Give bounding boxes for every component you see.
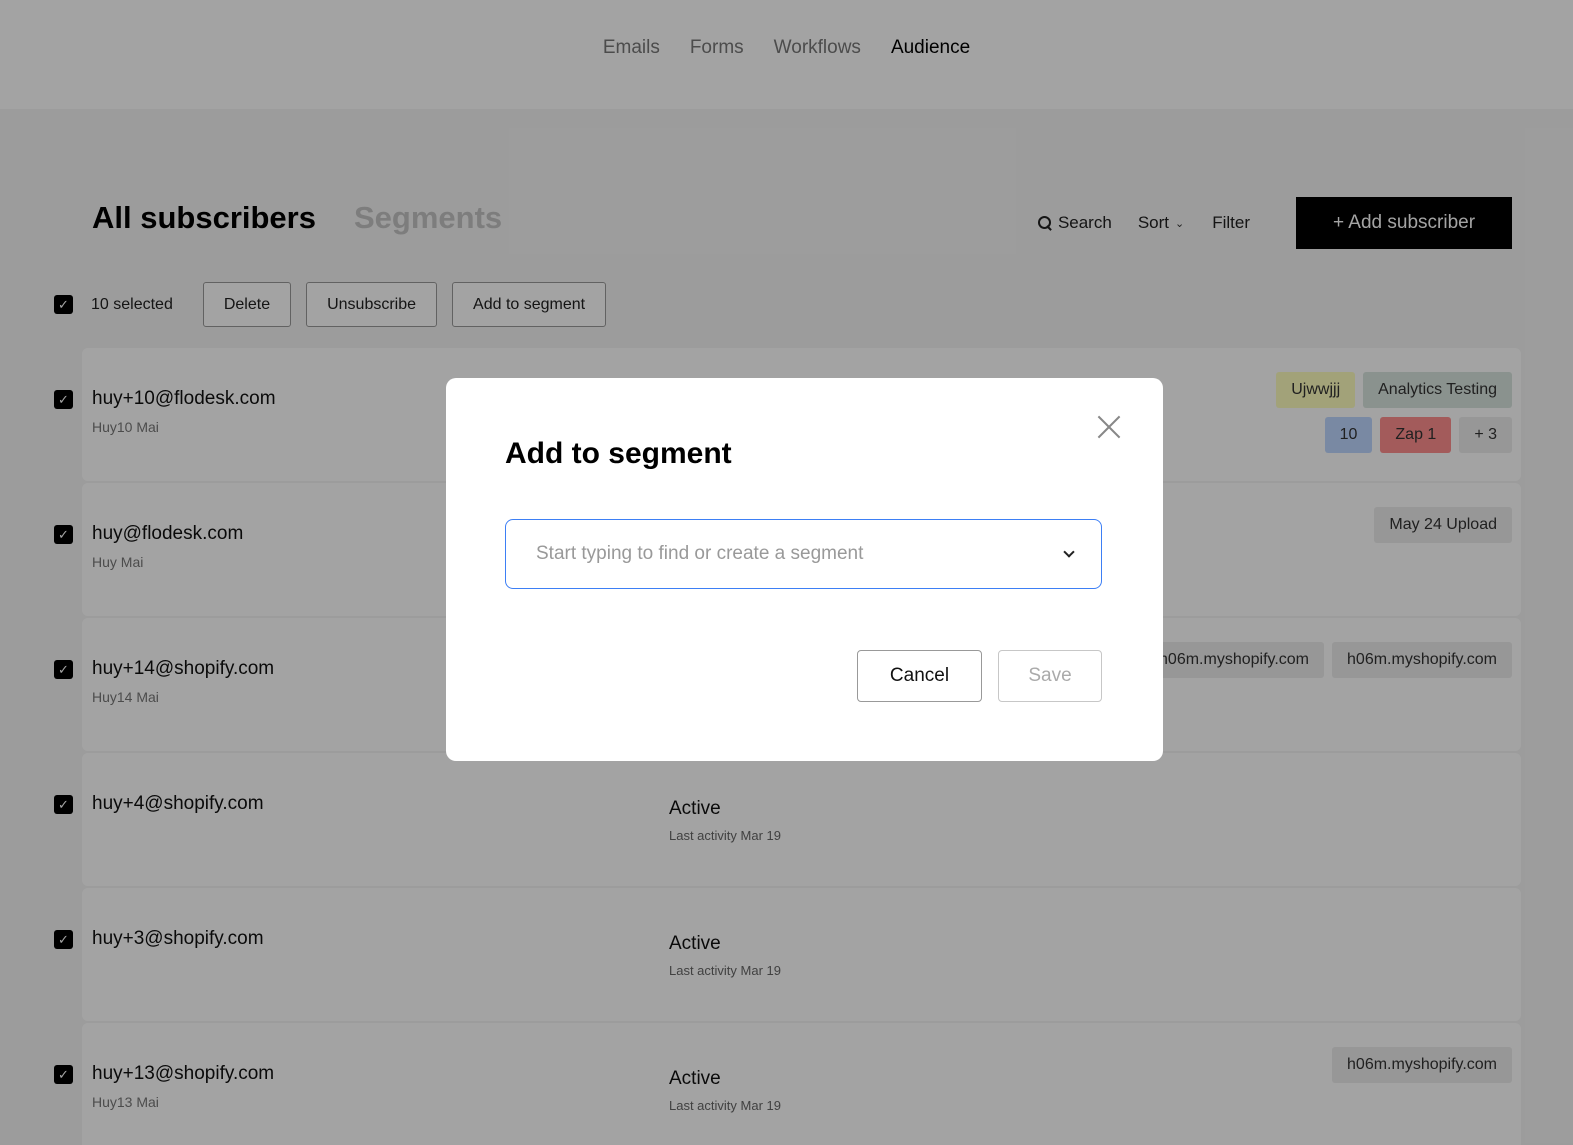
- segment-search-input[interactable]: [536, 543, 1065, 565]
- modal-title: Add to segment: [505, 437, 732, 470]
- close-icon[interactable]: [1097, 415, 1121, 439]
- cancel-button[interactable]: Cancel: [857, 650, 982, 702]
- segment-combobox[interactable]: [505, 519, 1102, 589]
- save-button[interactable]: Save: [998, 650, 1102, 702]
- chevron-down-icon[interactable]: [1063, 546, 1075, 558]
- add-to-segment-modal: Add to segment Cancel Save: [446, 378, 1163, 761]
